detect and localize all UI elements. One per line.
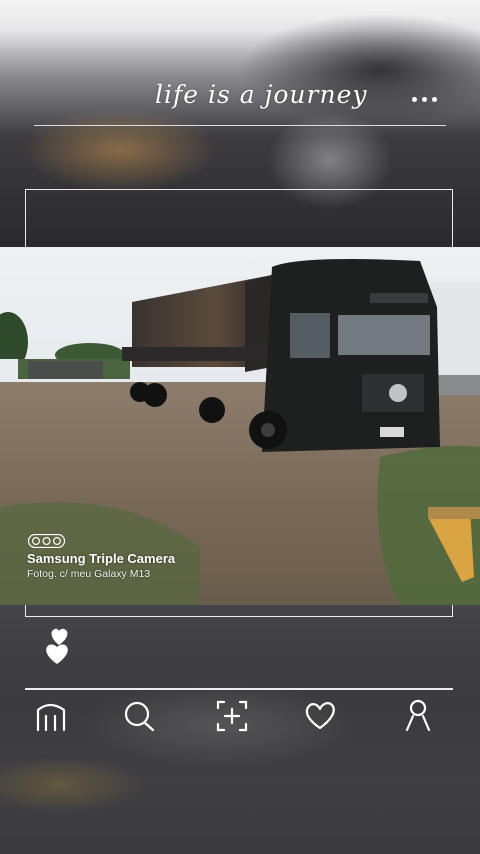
bottom-nav: [0, 696, 480, 736]
double-heart-icon[interactable]: [41, 627, 77, 667]
page-title: life is a journey: [155, 80, 368, 109]
top-bar: life is a journey: [0, 70, 480, 130]
nav-divider: [25, 688, 453, 690]
home-icon[interactable]: [31, 696, 71, 736]
camera-subtitle: Fotog. c/ meu Galaxy M13: [27, 568, 151, 580]
camera-title: Samsung Triple Camera: [27, 551, 176, 566]
search-icon[interactable]: [119, 696, 159, 736]
more-horizontal-icon[interactable]: [412, 92, 442, 106]
heart-icon[interactable]: [300, 696, 340, 736]
triple-camera-icon: [28, 534, 66, 548]
header-divider: [34, 125, 446, 126]
profile-icon[interactable]: [398, 696, 438, 736]
add-post-icon[interactable]: [212, 696, 252, 736]
